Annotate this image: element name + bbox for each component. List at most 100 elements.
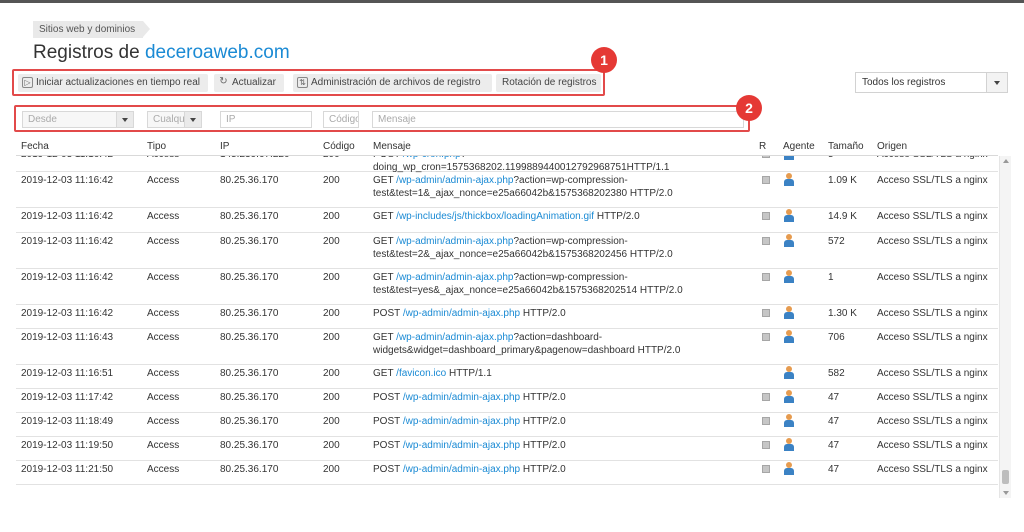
- cell-ip: 80.25.36.170: [220, 440, 279, 451]
- code-filter-input[interactable]: Código: [323, 111, 359, 128]
- message-path-link[interactable]: /wp-admin/admin-ajax.php: [403, 308, 520, 319]
- table-row[interactable]: 2019-12-03 11:21:50 Access 80.25.36.170 200…: [16, 461, 998, 485]
- breadcrumb[interactable]: Sitios web y dominios: [33, 21, 151, 38]
- message-path-link[interactable]: /wp-admin/admin-ajax.php: [403, 440, 520, 451]
- col-tipo[interactable]: Tipo: [147, 141, 166, 152]
- message-method: POST: [373, 308, 401, 319]
- play-icon: ▷: [22, 77, 33, 88]
- cell-tamano: 47: [828, 464, 840, 475]
- resolve-icon[interactable]: [762, 333, 770, 341]
- cell-origen: Acceso SSL/TLS a nginx: [877, 368, 988, 379]
- user-agent-icon[interactable]: [783, 270, 795, 284]
- col-mensaje[interactable]: Mensaje: [373, 141, 411, 152]
- date-from-select[interactable]: Desde: [22, 111, 134, 128]
- table-row[interactable]: 2019-12-03 11:16:42 Access 80.25.36.170 200…: [16, 305, 998, 329]
- message-path-link[interactable]: /wp-includes/js/thickbox/loadingAnimatio…: [396, 211, 594, 222]
- message-path-link[interactable]: /wp-admin/admin-ajax.php: [396, 332, 513, 343]
- message-path-link[interactable]: /wp-admin/admin-ajax.php: [403, 464, 520, 475]
- message-method: GET: [373, 236, 394, 247]
- resolve-icon[interactable]: [762, 441, 770, 449]
- table-row[interactable]: 2019-12-03 11:18:49 Access 80.25.36.170 200…: [16, 413, 998, 437]
- resolve-icon[interactable]: [762, 465, 770, 473]
- table-row[interactable]: 2019-12-03 11:16:42 Access 80.25.36.170 200…: [16, 208, 998, 233]
- cell-origen: Acceso SSL/TLS a nginx: [877, 156, 988, 160]
- message-method: POST: [373, 392, 401, 403]
- site-link[interactable]: deceroaweb.com: [145, 42, 290, 63]
- message-path-link[interactable]: /wp-cron.php: [403, 156, 461, 160]
- resolve-icon[interactable]: [762, 273, 770, 281]
- resolve-icon[interactable]: [762, 156, 770, 158]
- cell-fecha: 2019-12-03 11:17:42: [21, 392, 114, 403]
- cell-tipo: Access: [147, 464, 180, 475]
- ip-filter-input[interactable]: IP: [220, 111, 312, 128]
- user-agent-icon[interactable]: [783, 366, 795, 380]
- cell-ip: 145.239.67.220: [220, 156, 290, 160]
- log-file-management-button[interactable]: ⇅ Administración de archivos de registro: [293, 74, 492, 92]
- user-agent-icon[interactable]: [783, 390, 795, 404]
- live-updates-label: Iniciar actualizaciones en tiempo real: [36, 77, 200, 88]
- col-r[interactable]: R: [759, 141, 766, 152]
- user-agent-icon[interactable]: [783, 438, 795, 452]
- col-origen[interactable]: Origen: [877, 141, 907, 152]
- col-agente[interactable]: Agente: [783, 141, 815, 152]
- user-agent-icon[interactable]: [783, 209, 795, 223]
- cell-ip: 80.25.36.170: [220, 211, 279, 222]
- col-ip[interactable]: IP: [220, 141, 229, 152]
- user-agent-icon[interactable]: [783, 330, 795, 344]
- resolve-icon[interactable]: [762, 237, 770, 245]
- resolve-icon[interactable]: [762, 417, 770, 425]
- col-tamano[interactable]: Tamaño: [828, 141, 864, 152]
- resolve-icon[interactable]: [762, 212, 770, 220]
- table-row[interactable]: 2019-12-03 11:19:50 Access 80.25.36.170 200…: [16, 437, 998, 461]
- col-fecha[interactable]: Fecha: [21, 141, 49, 152]
- cell-codigo: 200: [323, 392, 340, 403]
- user-agent-icon[interactable]: [783, 306, 795, 320]
- message-path-link[interactable]: /wp-admin/admin-ajax.php: [396, 236, 513, 247]
- scrollbar[interactable]: [999, 156, 1011, 498]
- message-path-link[interactable]: /favicon.ico: [396, 368, 446, 379]
- resolve-icon[interactable]: [762, 393, 770, 401]
- user-agent-icon[interactable]: [783, 234, 795, 248]
- log-filter-select[interactable]: Todos los registros: [855, 72, 1008, 93]
- table-row[interactable]: 2019-12-03 11:16:42 Access 145.239.67.220 2…: [16, 156, 998, 173]
- table-row[interactable]: 2019-12-03 11:16:42 Access 80.25.36.170 200…: [16, 269, 998, 305]
- cell-codigo: 200: [323, 332, 340, 343]
- col-codigo[interactable]: Código: [323, 141, 355, 152]
- scroll-up-icon[interactable]: [1003, 159, 1009, 163]
- message-path-link[interactable]: /wp-admin/admin-ajax.php: [396, 175, 513, 186]
- refresh-button[interactable]: ↻ Actualizar: [214, 74, 284, 92]
- user-agent-icon[interactable]: [783, 462, 795, 476]
- type-select[interactable]: Cualqu: [147, 111, 202, 128]
- table-row[interactable]: 2019-12-03 11:16:42 Access 80.25.36.170 200…: [16, 233, 998, 269]
- message-rest: HTTP/2.0: [594, 211, 640, 222]
- scroll-down-icon[interactable]: [1003, 491, 1009, 495]
- cell-origen: Acceso SSL/TLS a nginx: [877, 416, 988, 427]
- resolve-icon[interactable]: [762, 309, 770, 317]
- live-updates-button[interactable]: ▷ Iniciar actualizaciones en tiempo real: [18, 74, 208, 92]
- message-path-link[interactable]: /wp-admin/admin-ajax.php: [403, 416, 520, 427]
- chevron-down-icon: [116, 112, 133, 127]
- table-row[interactable]: 2019-12-03 11:17:42 Access 80.25.36.170 200…: [16, 389, 998, 413]
- cell-tipo: Access: [147, 272, 180, 283]
- user-agent-icon[interactable]: [783, 173, 795, 187]
- cell-tipo: Access: [147, 332, 180, 343]
- cell-codigo: 200: [323, 368, 340, 379]
- cell-tipo: Access: [147, 392, 180, 403]
- resolve-icon[interactable]: [762, 176, 770, 184]
- user-agent-icon[interactable]: [783, 156, 795, 161]
- chevron-down-icon: [184, 112, 201, 127]
- table-row[interactable]: 2019-12-03 11:16:42 Access 80.25.36.170 200…: [16, 172, 998, 208]
- cell-tipo: Access: [147, 308, 180, 319]
- cell-mensaje: POST /wp-admin/admin-ajax.php HTTP/2.0: [373, 391, 748, 404]
- message-filter-input[interactable]: Mensaje: [372, 111, 744, 128]
- scroll-thumb[interactable]: [1002, 470, 1009, 484]
- table-row[interactable]: 2019-12-03 11:16:51 Access 80.25.36.170 200…: [16, 365, 998, 389]
- cell-ip: 80.25.36.170: [220, 175, 279, 186]
- message-rest: HTTP/2.0: [520, 392, 566, 403]
- log-rotation-button[interactable]: Rotación de registros: [496, 74, 601, 92]
- table-row[interactable]: 2019-12-03 11:16:43 Access 80.25.36.170 200…: [16, 329, 998, 365]
- message-method: POST: [373, 156, 400, 160]
- message-path-link[interactable]: /wp-admin/admin-ajax.php: [396, 272, 513, 283]
- message-path-link[interactable]: /wp-admin/admin-ajax.php: [403, 392, 520, 403]
- user-agent-icon[interactable]: [783, 414, 795, 428]
